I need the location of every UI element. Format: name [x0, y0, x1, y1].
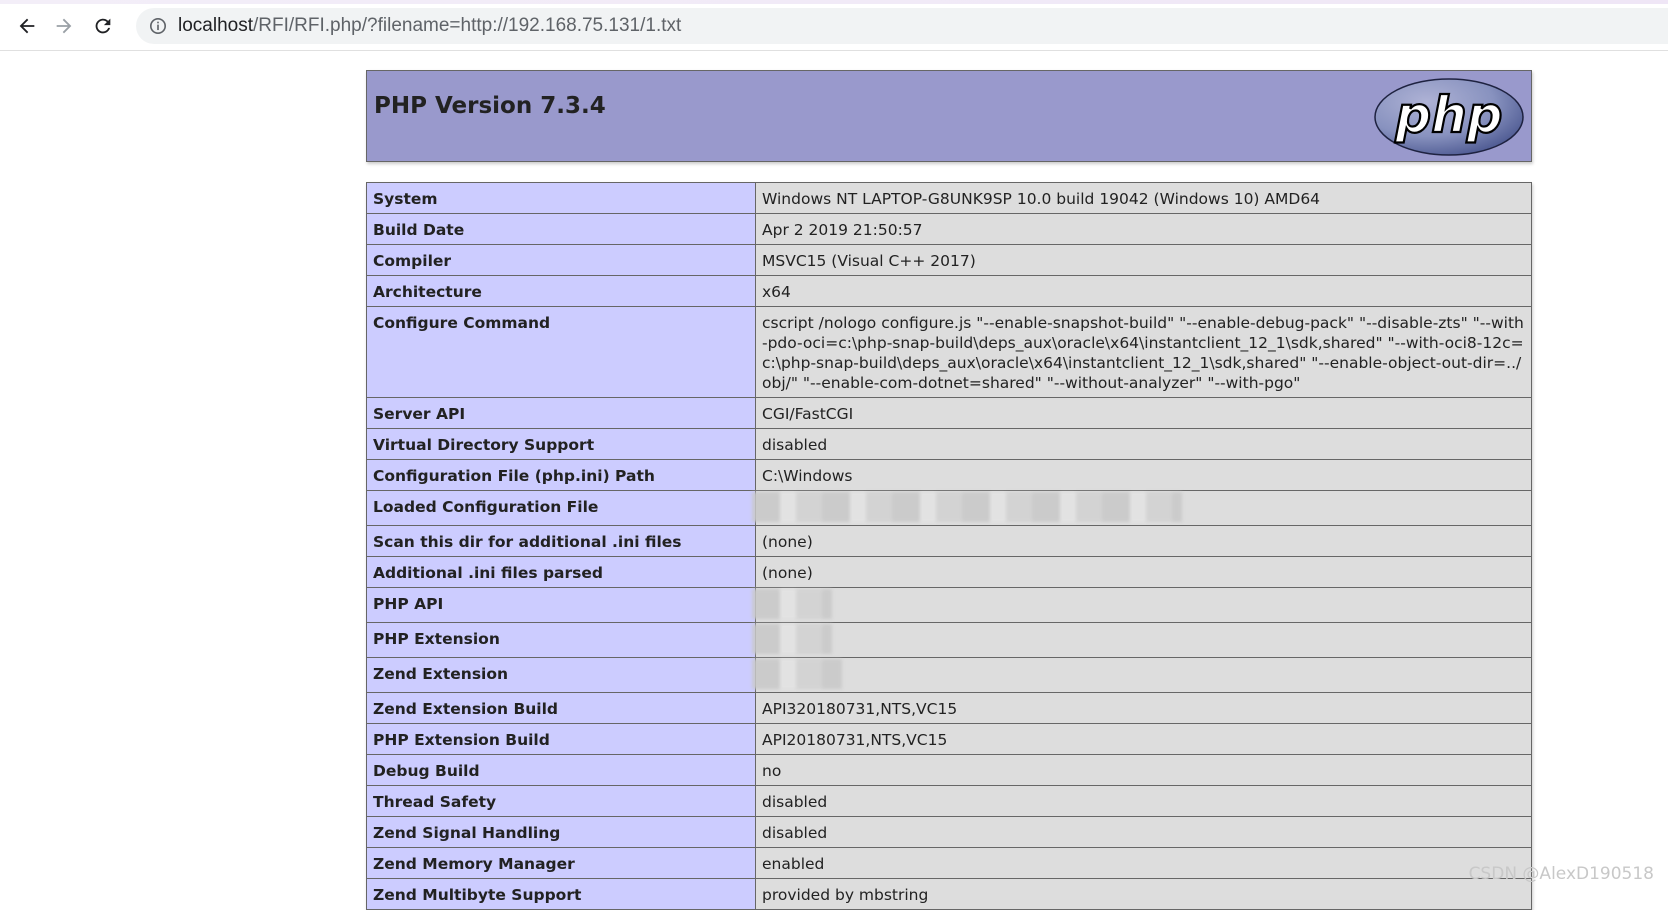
row-key: PHP Extension Build [366, 723, 756, 755]
table-row: Virtual Directory Support disabled [366, 428, 1532, 460]
back-button[interactable] [10, 9, 44, 43]
php-logo-text: php [1394, 86, 1502, 144]
row-key: Configuration File (php.ini) Path [366, 459, 756, 491]
php-version-header: PHP Version 7.3.4 php [366, 70, 1532, 162]
phpinfo-page: PHP Version 7.3.4 php System Windows NT L… [366, 70, 1532, 910]
table-row: Zend Memory Manager enabled [366, 847, 1532, 879]
row-value [752, 657, 1532, 693]
redacted-value-blur [752, 624, 832, 654]
url-host: localhost [178, 15, 253, 36]
page-title: PHP Version 7.3.4 [374, 93, 606, 119]
row-key: Zend Multibyte Support [366, 878, 756, 910]
row-value: API320180731,NTS,VC15 [755, 692, 1532, 724]
table-row: Configuration File (php.ini) Path C:\Wind… [366, 459, 1532, 491]
row-value [752, 587, 1532, 623]
table-row: Additional .ini files parsed (none) [366, 556, 1532, 588]
row-key: Server API [366, 397, 756, 429]
table-row: Configure Command cscript /nologo configu… [366, 306, 1532, 398]
table-row: Architecture x64 [366, 275, 1532, 307]
table-row: Thread Safety disabled [366, 785, 1532, 817]
reload-icon [95, 18, 111, 34]
reload-button[interactable] [86, 9, 120, 43]
forward-button[interactable] [47, 9, 81, 43]
row-key: Loaded Configuration File [366, 490, 756, 526]
csdn-watermark: CSDN @AlexD190518 [1468, 864, 1654, 884]
row-value: Apr 2 2019 21:50:57 [755, 213, 1532, 245]
row-value: x64 [755, 275, 1532, 307]
row-key: System [366, 182, 756, 214]
row-value [752, 490, 1532, 526]
row-value: no [755, 754, 1532, 786]
row-key: Thread Safety [366, 785, 756, 817]
table-row: Zend Multibyte Support provided by mbstri… [366, 878, 1532, 910]
row-key: Zend Extension [366, 657, 756, 693]
address-bar[interactable]: localhost/RFI/RFI.php/?filename=http://1… [136, 8, 1668, 44]
row-key: Zend Memory Manager [366, 847, 756, 879]
row-key: PHP Extension [366, 622, 756, 658]
table-row: Loaded Configuration File [366, 490, 1532, 526]
table-row: Zend Extension Build API320180731,NTS,VC1… [366, 692, 1532, 724]
table-row: Build Date Apr 2 2019 21:50:57 [366, 213, 1532, 245]
row-value: enabled [755, 847, 1532, 879]
row-key: Scan this dir for additional .ini files [366, 525, 756, 557]
redacted-value-blur [752, 589, 832, 619]
row-value: CGI/FastCGI [755, 397, 1532, 429]
row-key: Zend Extension Build [366, 692, 756, 724]
row-value: API20180731,NTS,VC15 [755, 723, 1532, 755]
url-text[interactable]: localhost/RFI/RFI.php/?filename=http://1… [178, 15, 681, 37]
table-row: Zend Extension [366, 657, 1532, 693]
row-value: disabled [755, 428, 1532, 460]
row-value: Windows NT LAPTOP-G8UNK9SP 10.0 build 19… [755, 182, 1532, 214]
table-row: PHP API [366, 587, 1532, 623]
row-value: MSVC15 (Visual C++ 2017) [755, 244, 1532, 276]
php-info-table: System Windows NT LAPTOP-G8UNK9SP 10.0 bu… [366, 182, 1532, 910]
tab-strip-edge [0, 0, 1668, 4]
redacted-value-blur [752, 492, 1182, 522]
row-key: Architecture [366, 275, 756, 307]
info-icon[interactable] [148, 16, 168, 36]
row-key: Build Date [366, 213, 756, 245]
row-value: (none) [755, 556, 1532, 588]
table-row: Scan this dir for additional .ini files(… [366, 525, 1532, 557]
table-row: System Windows NT LAPTOP-G8UNK9SP 10.0 bu… [366, 182, 1532, 214]
table-row: Compiler MSVC15 (Visual C++ 2017) [366, 244, 1532, 276]
row-key: Configure Command [366, 306, 756, 398]
row-key: Debug Build [366, 754, 756, 786]
php-logo-icon: php [1374, 78, 1524, 156]
table-row: Zend Signal Handling disabled [366, 816, 1532, 848]
table-row: Server API CGI/FastCGI [366, 397, 1532, 429]
row-value: (none) [755, 525, 1532, 557]
row-key: Compiler [366, 244, 756, 276]
row-key: Zend Signal Handling [366, 816, 756, 848]
table-row: PHP Extension Build API20180731,NTS,VC15 [366, 723, 1532, 755]
row-value: disabled [755, 816, 1532, 848]
row-key: Additional .ini files parsed [366, 556, 756, 588]
table-row: PHP Extension [366, 622, 1532, 658]
row-value: disabled [755, 785, 1532, 817]
arrow-right-icon [56, 18, 72, 34]
table-row: Debug Build no [366, 754, 1532, 786]
row-value [752, 622, 1532, 658]
row-value: provided by mbstring [755, 878, 1532, 910]
row-value: C:\Windows [755, 459, 1532, 491]
redacted-value-blur [752, 659, 842, 689]
browser-toolbar: localhost/RFI/RFI.php/?filename=http://1… [0, 0, 1668, 51]
url-path: /RFI/RFI.php/?filename=http://192.168.75… [253, 15, 682, 36]
row-key: Virtual Directory Support [366, 428, 756, 460]
row-key: PHP API [366, 587, 756, 623]
arrow-left-icon [19, 18, 35, 34]
row-value: cscript /nologo configure.js "--enable-s… [755, 306, 1532, 398]
